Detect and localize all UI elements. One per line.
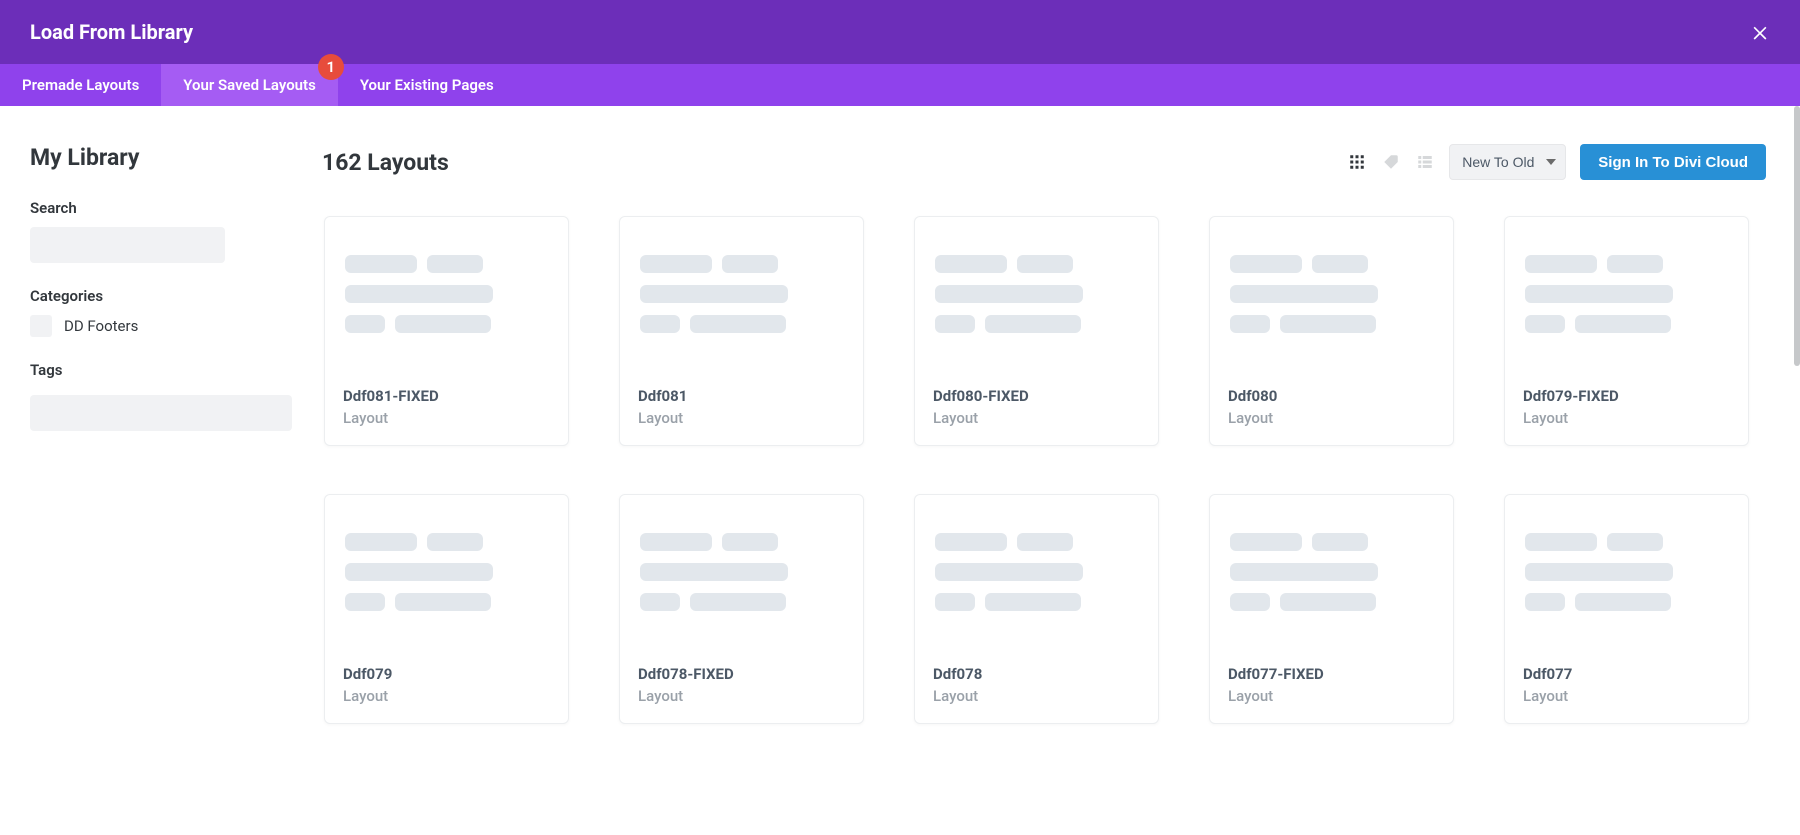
layout-card[interactable]: Ddf081 Layout [619, 216, 864, 446]
layout-thumbnail [1210, 217, 1453, 387]
layout-card[interactable]: Ddf079 Layout [324, 494, 569, 724]
layout-type: Layout [638, 687, 845, 705]
tab-premade-layouts[interactable]: Premade Layouts [0, 64, 161, 106]
layout-meta: Ddf078-FIXED Layout [620, 665, 863, 723]
layout-card[interactable]: Ddf079-FIXED Layout [1504, 216, 1749, 446]
layout-meta: Ddf081-FIXED Layout [325, 387, 568, 445]
main-panel: 162 Layouts New To Old [322, 106, 1800, 835]
modal-title: Load From Library [30, 20, 193, 44]
tab-your-saved-layouts[interactable]: Your Saved Layouts 1 [161, 64, 338, 106]
layout-meta: Ddf078 Layout [915, 665, 1158, 723]
layout-card[interactable]: Ddf078 Layout [914, 494, 1159, 724]
search-input[interactable] [30, 227, 225, 263]
layout-meta: Ddf077-FIXED Layout [1210, 665, 1453, 723]
main-controls: New To Old Sign In To Divi Cloud [1347, 144, 1766, 180]
sign-in-divi-cloud-button[interactable]: Sign In To Divi Cloud [1580, 144, 1766, 180]
sidebar: My Library Search Categories DD Footers … [0, 106, 322, 835]
layout-title: Ddf079 [343, 665, 550, 683]
layout-meta: Ddf081 Layout [620, 387, 863, 445]
layout-type: Layout [343, 409, 550, 427]
tags-input[interactable] [30, 395, 292, 431]
layout-title: Ddf080 [1228, 387, 1435, 405]
layouts-count: 162 Layouts [322, 149, 449, 176]
layout-title: Ddf079-FIXED [1523, 387, 1730, 405]
layout-thumbnail [1505, 217, 1748, 387]
layout-type: Layout [933, 687, 1140, 705]
tab-label: Your Saved Layouts [183, 76, 316, 94]
layout-type: Layout [343, 687, 550, 705]
layout-meta: Ddf080-FIXED Layout [915, 387, 1158, 445]
layout-card[interactable]: Ddf080 Layout [1209, 216, 1454, 446]
layout-type: Layout [1523, 409, 1730, 427]
grid-icon [1348, 153, 1366, 171]
layout-thumbnail [915, 495, 1158, 665]
tag-view-button[interactable] [1381, 152, 1401, 172]
close-icon [1750, 22, 1770, 42]
layout-meta: Ddf077 Layout [1505, 665, 1748, 723]
layout-card[interactable]: Ddf080-FIXED Layout [914, 216, 1159, 446]
modal-header: Load From Library [0, 0, 1800, 64]
tags-label: Tags [30, 361, 292, 379]
category-label: DD Footers [64, 317, 138, 335]
layout-meta: Ddf080 Layout [1210, 387, 1453, 445]
tab-your-existing-pages[interactable]: Your Existing Pages [338, 64, 516, 106]
category-row[interactable]: DD Footers [30, 315, 292, 337]
layout-type: Layout [638, 409, 845, 427]
category-checkbox[interactable] [30, 315, 52, 337]
close-button[interactable] [1744, 16, 1776, 48]
layout-thumbnail [325, 495, 568, 665]
layout-card[interactable]: Ddf077 Layout [1504, 494, 1749, 724]
layout-card[interactable]: Ddf081-FIXED Layout [324, 216, 569, 446]
layout-title: Ddf081 [638, 387, 845, 405]
sort-select-wrap: New To Old [1449, 144, 1566, 180]
sort-select[interactable]: New To Old [1449, 144, 1566, 180]
layout-title: Ddf081-FIXED [343, 387, 550, 405]
modal-body: My Library Search Categories DD Footers … [0, 106, 1800, 835]
layout-type: Layout [933, 409, 1140, 427]
search-label: Search [30, 199, 292, 217]
tab-label: Your Existing Pages [360, 76, 494, 94]
layout-thumbnail [620, 495, 863, 665]
tag-icon [1382, 153, 1400, 171]
layout-meta: Ddf079 Layout [325, 665, 568, 723]
layouts-grid: Ddf081-FIXEDLayoutDdf081LayoutDdf080-FIX… [322, 216, 1770, 724]
layout-title: Ddf080-FIXED [933, 387, 1140, 405]
layout-thumbnail [1505, 495, 1748, 665]
layout-type: Layout [1228, 687, 1435, 705]
grid-view-button[interactable] [1347, 152, 1367, 172]
sidebar-title: My Library [30, 144, 292, 171]
list-view-button[interactable] [1415, 152, 1435, 172]
layout-thumbnail [620, 217, 863, 387]
layout-type: Layout [1523, 687, 1730, 705]
categories-label: Categories [30, 287, 292, 305]
layout-meta: Ddf079-FIXED Layout [1505, 387, 1748, 445]
tab-label: Premade Layouts [22, 76, 139, 94]
layout-card[interactable]: Ddf078-FIXED Layout [619, 494, 864, 724]
layout-title: Ddf078-FIXED [638, 665, 845, 683]
layout-title: Ddf077-FIXED [1228, 665, 1435, 683]
layout-thumbnail [1210, 495, 1453, 665]
layout-card[interactable]: Ddf077-FIXED Layout [1209, 494, 1454, 724]
list-icon [1416, 153, 1434, 171]
tab-bar: Premade Layouts Your Saved Layouts 1 You… [0, 64, 1800, 106]
layout-title: Ddf078 [933, 665, 1140, 683]
scrollbar[interactable] [1794, 106, 1800, 366]
layout-thumbnail [915, 217, 1158, 387]
load-from-library-modal: Load From Library Premade Layouts Your S… [0, 0, 1800, 835]
main-toolbar: 162 Layouts New To Old [322, 144, 1770, 180]
layout-thumbnail [325, 217, 568, 387]
layout-type: Layout [1228, 409, 1435, 427]
layout-title: Ddf077 [1523, 665, 1730, 683]
